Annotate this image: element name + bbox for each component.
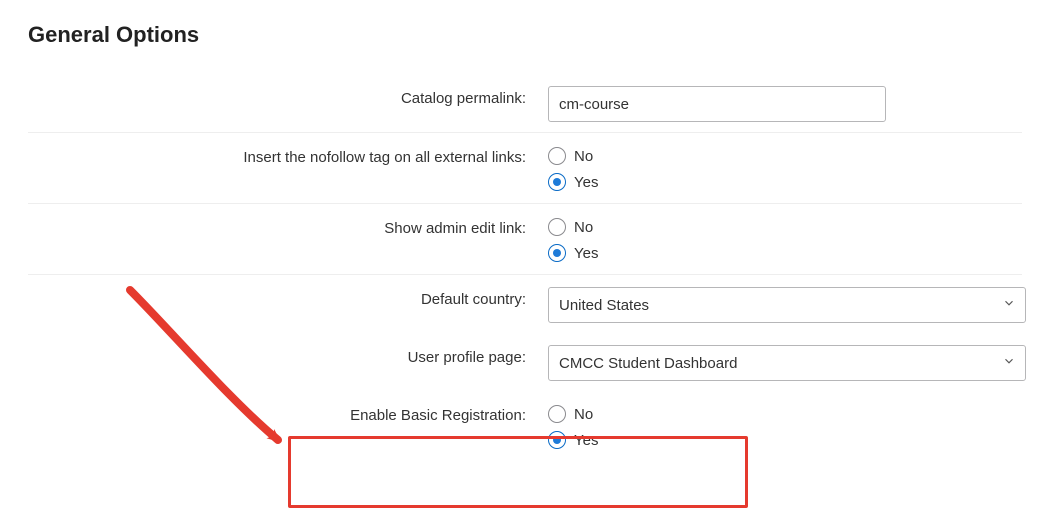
default-country-value: United States bbox=[559, 297, 649, 314]
row-catalog-permalink: Catalog permalink: bbox=[28, 74, 1022, 133]
default-country-select[interactable]: United States bbox=[548, 287, 1026, 323]
radio-basicreg-no[interactable] bbox=[548, 405, 566, 423]
row-basic-registration: Enable Basic Registration: No Yes bbox=[28, 391, 1022, 461]
radio-adminlink-yes[interactable] bbox=[548, 244, 566, 262]
radio-nofollow-yes[interactable] bbox=[548, 173, 566, 191]
label-adminlink: Show admin edit link: bbox=[28, 214, 548, 237]
radio-nofollow-no[interactable] bbox=[548, 147, 566, 165]
row-adminlink: Show admin edit link: No Yes bbox=[28, 204, 1022, 275]
radio-label-basicreg-no: No bbox=[574, 406, 593, 423]
profile-page-select[interactable]: CMCC Student Dashboard bbox=[548, 345, 1026, 381]
label-nofollow: Insert the nofollow tag on all external … bbox=[28, 143, 548, 166]
radio-label-nofollow-yes: Yes bbox=[574, 174, 598, 191]
label-profile-page: User profile page: bbox=[28, 343, 548, 366]
radio-label-adminlink-no: No bbox=[574, 219, 593, 236]
radio-label-nofollow-no: No bbox=[574, 148, 593, 165]
row-default-country: Default country: United States bbox=[28, 275, 1022, 333]
row-nofollow: Insert the nofollow tag on all external … bbox=[28, 133, 1022, 204]
label-basic-registration: Enable Basic Registration: bbox=[28, 401, 548, 424]
radio-adminlink-no[interactable] bbox=[548, 218, 566, 236]
catalog-permalink-input[interactable] bbox=[548, 86, 886, 122]
label-default-country: Default country: bbox=[28, 285, 548, 308]
row-profile-page: User profile page: CMCC Student Dashboar… bbox=[28, 333, 1022, 391]
radio-label-adminlink-yes: Yes bbox=[574, 245, 598, 262]
radio-label-basicreg-yes: Yes bbox=[574, 432, 598, 449]
profile-page-value: CMCC Student Dashboard bbox=[559, 355, 737, 372]
radio-basicreg-yes[interactable] bbox=[548, 431, 566, 449]
label-catalog-permalink: Catalog permalink: bbox=[28, 84, 548, 107]
section-heading: General Options bbox=[28, 22, 1022, 48]
settings-rows: Catalog permalink: Insert the nofollow t… bbox=[28, 74, 1022, 461]
